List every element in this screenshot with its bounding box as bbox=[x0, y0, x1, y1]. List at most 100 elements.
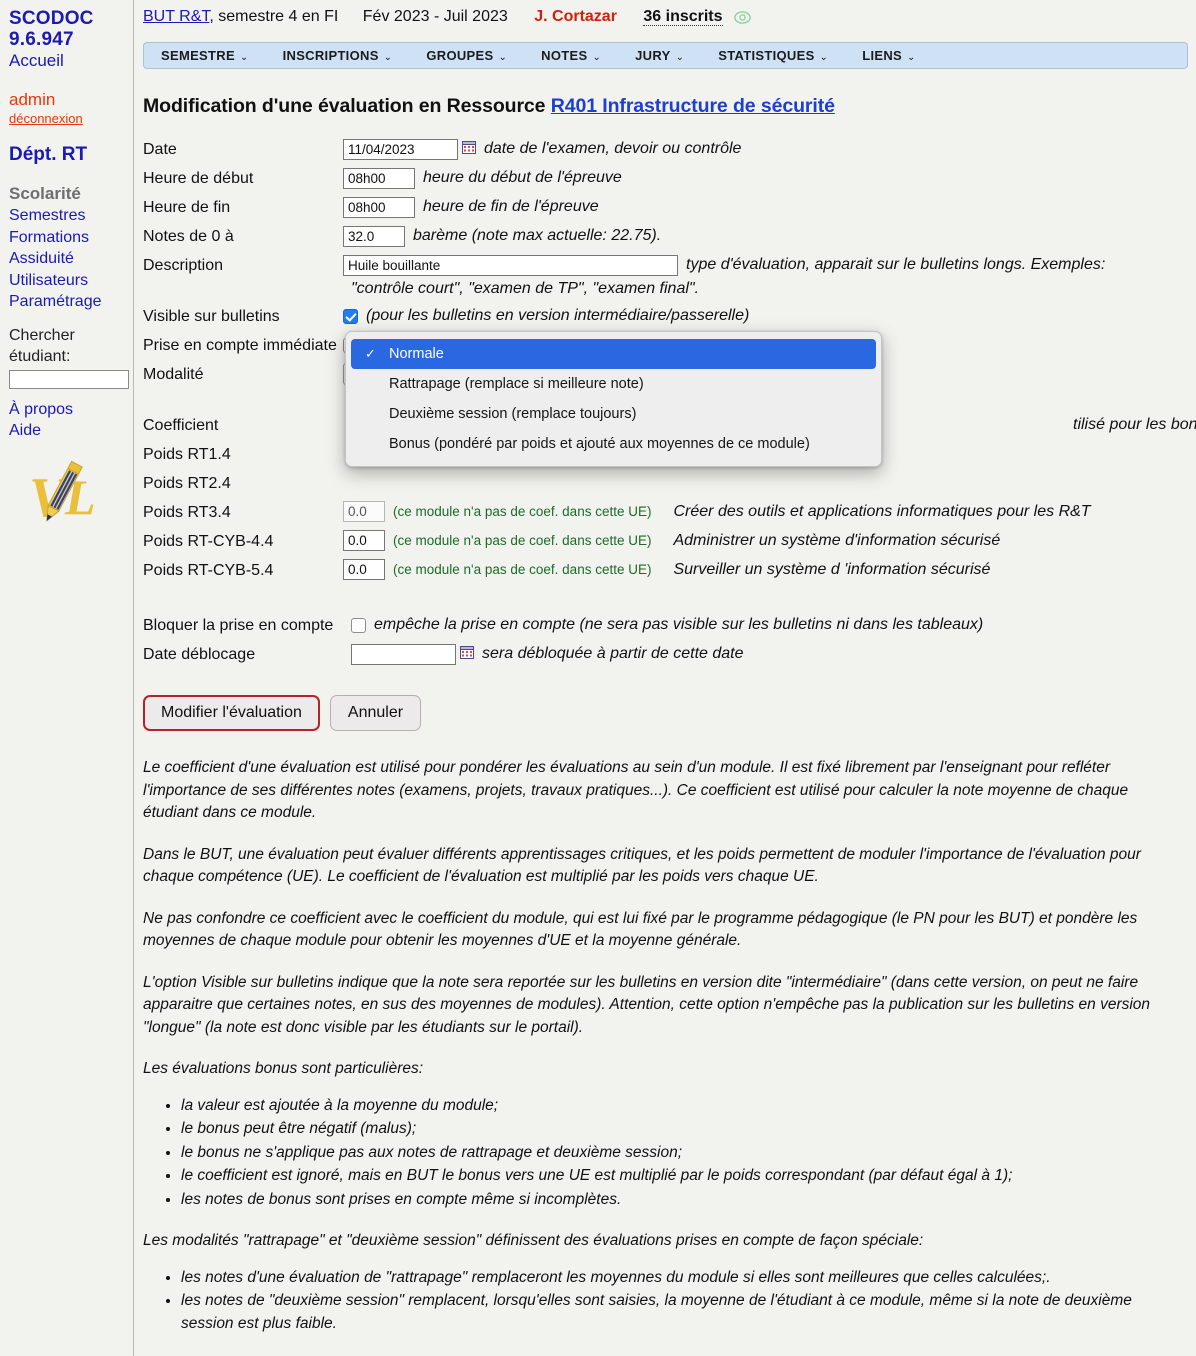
immediate-label: Prise en compte immédiate bbox=[143, 337, 337, 354]
notes-hint: barème (note max actuelle: 22.75). bbox=[413, 227, 662, 244]
visible-hint: (pour les bulletins en version intermédi… bbox=[366, 307, 750, 324]
form-row-heure-fin: Heure de fin heure de fin de l'épreuve bbox=[143, 196, 1196, 220]
poids-rt3-4-note: (ce module n'a pas de coef. dans cette U… bbox=[393, 504, 652, 519]
description-hint-line1: type d'évaluation, apparait sur le bulle… bbox=[686, 256, 1106, 273]
deblocage-label: Date déblocage bbox=[143, 646, 256, 663]
semester-breadcrumb: BUT R&T, semestre 4 en FI Fév 2023 - Jui… bbox=[143, 8, 751, 29]
menu-inscriptions[interactable]: INSCRIPTIONS ⌄ bbox=[266, 48, 410, 63]
menu-groupes-label: GROUPES bbox=[426, 48, 494, 63]
help-text: Le coefficient d'une évaluation est util… bbox=[143, 757, 1165, 1356]
help-paragraph-4: L'option Visible sur bulletins indique q… bbox=[143, 973, 1151, 1036]
help-paragraph-1: Le coefficient d'une évaluation est util… bbox=[143, 759, 1129, 821]
list-item: la valeur est ajoutée à la moyenne du mo… bbox=[181, 1095, 1165, 1118]
page-title-prefix: Modification d'une évaluation en Ressour… bbox=[143, 95, 546, 117]
form-row-poids-rt3-4: Poids RT3.4 (ce module n'a pas de coef. … bbox=[143, 501, 1196, 525]
form-row-bloquer: Bloquer la prise en compte empêche la pr… bbox=[143, 614, 1196, 638]
dropdown-option-normale[interactable]: Normale bbox=[351, 339, 876, 369]
bloquer-checkbox[interactable] bbox=[351, 617, 366, 633]
poids-rtcyb4-4-label: Poids RT-CYB-4.4 bbox=[143, 533, 274, 550]
visible-label: Visible sur bulletins bbox=[143, 308, 280, 325]
poids-rt1-4-label: Poids RT1.4 bbox=[143, 446, 231, 463]
sidebar-item-parametrage[interactable]: Paramétrage bbox=[9, 291, 133, 313]
dropdown-option-deuxieme-session[interactable]: Deuxième session (remplace toujours) bbox=[351, 399, 876, 429]
menu-notes[interactable]: NOTES ⌄ bbox=[524, 48, 618, 63]
responsable-name: J. Cortazar bbox=[534, 8, 617, 25]
coefficient-label: Coefficient bbox=[143, 417, 219, 434]
menu-groupes[interactable]: GROUPES ⌄ bbox=[409, 48, 524, 63]
logout-link[interactable]: déconnexion bbox=[9, 110, 133, 127]
form-row-heure-debut: Heure de début heure du début de l'épreu… bbox=[143, 167, 1196, 191]
sidebar-item-utilisateurs[interactable]: Utilisateurs bbox=[9, 270, 133, 292]
menu-semestre[interactable]: SEMESTRE ⌄ bbox=[144, 48, 266, 63]
chevron-down-icon: ⌄ bbox=[498, 52, 508, 63]
sidebar-section-scolarite: Scolarité bbox=[9, 184, 81, 203]
department-name: Dépt. RT bbox=[9, 144, 88, 165]
dropdown-option-rattrapage[interactable]: Rattrapage (remplace si meilleure note) bbox=[351, 369, 876, 399]
poids-rtcyb5-4-note: (ce module n'a pas de coef. dans cette U… bbox=[393, 562, 652, 577]
sidebar-item-semestres[interactable]: Semestres bbox=[9, 205, 133, 227]
description-label: Description bbox=[143, 257, 224, 274]
formation-link[interactable]: BUT R&T bbox=[143, 8, 209, 25]
poids-rt3-4-label: Poids RT3.4 bbox=[143, 504, 231, 521]
heure-fin-label: Heure de fin bbox=[143, 199, 231, 216]
inscrits-count[interactable]: 36 inscrits bbox=[643, 8, 723, 26]
main-menubar: SEMESTRE ⌄ INSCRIPTIONS ⌄ GROUPES ⌄ NOTES ⌄ … bbox=[143, 42, 1188, 69]
help-paragraph-2: Dans le BUT, une évaluation peut évaluer… bbox=[143, 845, 1141, 886]
chevron-down-icon: ⌄ bbox=[239, 52, 249, 63]
chevron-down-icon: ⌄ bbox=[907, 52, 916, 63]
bloquer-label: Bloquer la prise en compte bbox=[143, 617, 334, 634]
sidebar-item-accueil[interactable]: Accueil bbox=[9, 50, 133, 72]
deblocage-input[interactable] bbox=[351, 643, 456, 665]
calendar-icon[interactable] bbox=[460, 645, 474, 664]
cancel-button[interactable]: Annuler bbox=[329, 695, 422, 731]
eye-icon[interactable] bbox=[734, 11, 751, 29]
menu-jury[interactable]: JURY ⌄ bbox=[618, 48, 701, 63]
heure-debut-hint: heure du début de l'épreuve bbox=[423, 169, 622, 186]
sidebar-item-assiduite[interactable]: Assiduité bbox=[9, 248, 133, 270]
chevron-down-icon: ⌄ bbox=[592, 52, 602, 63]
current-user: admin bbox=[9, 90, 56, 109]
notes-max-input[interactable] bbox=[343, 225, 405, 247]
sidebar: SCODOC 9.6.947 Accueil admin déconnexion… bbox=[0, 0, 134, 1356]
help-bonus-list: la valeur est ajoutée à la moyenne du mo… bbox=[143, 1095, 1165, 1212]
sidebar-item-aide[interactable]: Aide bbox=[9, 420, 133, 442]
help-modalite-list: les notes d'une évaluation de "rattrapag… bbox=[143, 1267, 1165, 1336]
calendar-icon[interactable] bbox=[462, 140, 476, 159]
modalite-dropdown-popup[interactable]: Normale Rattrapage (remplace si meilleur… bbox=[345, 331, 882, 467]
sidebar-item-a-propos[interactable]: À propos bbox=[9, 399, 133, 421]
poids-rt3-4-input[interactable] bbox=[343, 501, 385, 522]
modalite-label: Modalité bbox=[143, 366, 204, 383]
poids-rt3-4-desc: Créer des outils et applications informa… bbox=[673, 502, 1091, 520]
heure-fin-input[interactable] bbox=[343, 196, 415, 218]
list-item: le bonus ne s'applique pas aux notes de … bbox=[181, 1142, 1165, 1165]
sidebar-item-formations[interactable]: Formations bbox=[9, 227, 133, 249]
menu-statistiques[interactable]: STATISTIQUES ⌄ bbox=[701, 48, 845, 63]
form-row-poids-rtcyb5-4: Poids RT-CYB-5.4 (ce module n'a pas de c… bbox=[143, 559, 1196, 583]
visible-checkbox[interactable] bbox=[343, 308, 358, 324]
app-brand: SCODOC bbox=[9, 8, 94, 29]
vl-pencil-logo-icon: V L bbox=[29, 460, 96, 529]
menu-jury-label: JURY bbox=[635, 48, 671, 63]
topbar: BUT R&T, semestre 4 en FI Fév 2023 - Jui… bbox=[135, 0, 1196, 38]
module-link[interactable]: R401 Infrastructure de sécurité bbox=[551, 95, 835, 117]
poids-rtcyb4-4-input[interactable] bbox=[343, 530, 385, 551]
description-input[interactable] bbox=[343, 254, 678, 276]
submit-button[interactable]: Modifier l'évaluation bbox=[143, 695, 320, 731]
poids-rtcyb5-4-input[interactable] bbox=[343, 559, 385, 580]
main-content: Modification d'une évaluation en Ressour… bbox=[135, 70, 1196, 1356]
dropdown-option-bonus[interactable]: Bonus (pondéré par poids et ajouté aux m… bbox=[351, 429, 876, 459]
coefficient-hint: tilisé pour les bonus. bbox=[1073, 416, 1196, 433]
date-input[interactable] bbox=[343, 138, 458, 160]
description-hint-line2: "contrôle court", "examen de TP", "exame… bbox=[351, 280, 700, 297]
search-student-input[interactable] bbox=[9, 369, 129, 389]
vl-logo: V L bbox=[27, 456, 133, 535]
menu-liens[interactable]: LIENS ⌄ bbox=[845, 48, 932, 63]
chevron-down-icon: ⌄ bbox=[383, 52, 393, 63]
chevron-down-icon: ⌄ bbox=[675, 52, 685, 63]
menu-inscriptions-label: INSCRIPTIONS bbox=[282, 48, 379, 63]
heure-debut-input[interactable] bbox=[343, 167, 415, 189]
